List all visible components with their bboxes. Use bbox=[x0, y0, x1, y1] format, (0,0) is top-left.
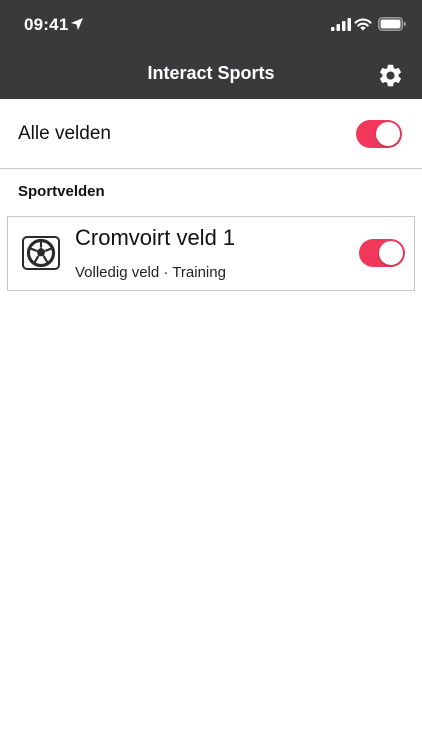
status-time: 09:41 bbox=[24, 15, 69, 34]
all-fields-label: Alle velden bbox=[18, 123, 111, 144]
field-name: Cromvoirt veld 1 bbox=[75, 225, 236, 250]
location-arrow-icon bbox=[71, 18, 83, 30]
toggle-knob bbox=[379, 241, 403, 265]
field-card[interactable]: Cromvoirt veld 1 Volledig veld · Trainin… bbox=[7, 216, 415, 291]
section-header: Sportvelden bbox=[18, 183, 105, 200]
all-fields-toggle[interactable] bbox=[356, 120, 402, 148]
status-bar: 09:41 bbox=[0, 0, 422, 50]
all-fields-row: Alle velden bbox=[0, 99, 422, 169]
settings-button[interactable] bbox=[374, 59, 406, 91]
cellular-signal-icon bbox=[331, 18, 351, 31]
page-title: Interact Sports bbox=[147, 63, 275, 83]
wifi-icon bbox=[354, 18, 372, 31]
soccer-ball-icon bbox=[22, 236, 60, 270]
battery-icon bbox=[378, 17, 406, 31]
gear-icon bbox=[379, 64, 401, 86]
toggle-knob bbox=[376, 122, 400, 146]
field-toggle[interactable] bbox=[359, 239, 405, 267]
field-detail: Volledig veld · Training bbox=[75, 264, 226, 281]
app-header: 09:41 Interact Sports bbox=[0, 0, 422, 99]
